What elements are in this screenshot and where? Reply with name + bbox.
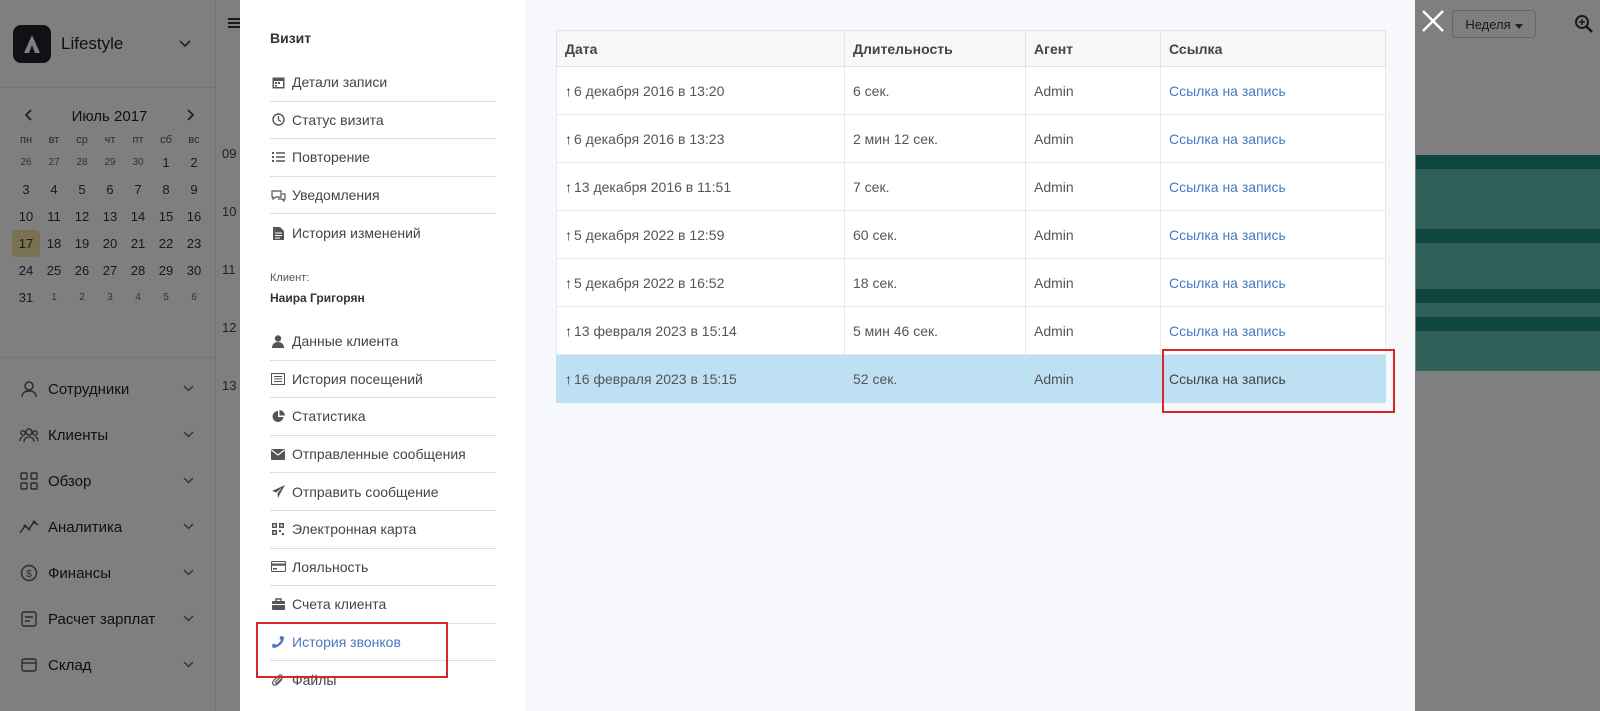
- cell-date: ↑ 13 декабря 2016 в 11:51: [556, 162, 845, 211]
- table-row[interactable]: ↑ 13 февраля 2023 в 15:14 5 мин 46 сек. Adm…: [556, 306, 1386, 355]
- cell-duration: 2 мин 12 сек.: [844, 114, 1026, 163]
- send-icon: [270, 485, 286, 499]
- call-date: 6 декабря 2016 в 13:23: [574, 130, 725, 147]
- qr-icon: [270, 522, 286, 536]
- cell-date: ↑ 16 февраля 2023 в 15:15: [556, 354, 845, 403]
- cell-duration: 6 сек.: [844, 66, 1026, 115]
- close-icon[interactable]: [1420, 8, 1446, 34]
- recording-link[interactable]: Ссылка на запись: [1160, 114, 1386, 163]
- recording-link[interactable]: Ссылка на запись: [1160, 66, 1386, 115]
- history-icon: [270, 372, 286, 386]
- call-date: 13 декабря 2016 в 11:51: [574, 178, 732, 195]
- table-row[interactable]: ↑ 13 декабря 2016 в 11:51 7 сек. Admin Ссылк…: [556, 162, 1386, 211]
- nav-item-label: Уведомления: [292, 187, 380, 204]
- list-icon: [270, 150, 286, 164]
- nav-item-label: Электронная карта: [292, 521, 417, 538]
- table-row[interactable]: ↑ 5 декабря 2022 в 16:52 18 сек. Admin Ссылк…: [556, 258, 1386, 307]
- cell-agent: Admin: [1025, 66, 1161, 115]
- recording-link[interactable]: Ссылка на запись: [1160, 306, 1386, 355]
- column-header-agent[interactable]: Агент: [1025, 30, 1161, 67]
- outgoing-call-icon: ↑: [565, 82, 572, 99]
- cell-agent: Admin: [1025, 210, 1161, 259]
- nav-item-label: Отправить сообщение: [292, 483, 439, 500]
- highlight-nav-call-history: [256, 622, 448, 678]
- cell-agent: Admin: [1025, 306, 1161, 355]
- cell-date: ↑ 13 февраля 2023 в 15:14: [556, 306, 845, 355]
- nav-item-clock[interactable]: Статус визита: [270, 102, 496, 140]
- nav-item-list[interactable]: Повторение: [270, 139, 496, 177]
- cell-duration: 52 сек.: [844, 354, 1026, 403]
- briefcase-icon: [270, 597, 286, 611]
- outgoing-call-icon: ↑: [565, 226, 572, 243]
- column-header-duration[interactable]: Длительность: [844, 30, 1026, 67]
- document-icon: [270, 226, 286, 240]
- nav-item-label: Повторение: [292, 149, 370, 166]
- nav-item-label: Статус визита: [292, 111, 384, 128]
- clock-icon: [270, 113, 286, 127]
- recording-link[interactable]: Ссылка на запись: [1160, 258, 1386, 307]
- nav-item-briefcase[interactable]: Счета клиента: [270, 586, 496, 624]
- outgoing-call-icon: ↑: [565, 322, 572, 339]
- nav-item-label: История изменений: [292, 225, 421, 242]
- cell-duration: 18 сек.: [844, 258, 1026, 307]
- nav-title: Визит: [270, 30, 312, 46]
- nav-item-label: Детали записи: [292, 74, 388, 91]
- call-date: 13 февраля 2023 в 15:14: [574, 322, 737, 339]
- cell-duration: 5 мин 46 сек.: [844, 306, 1026, 355]
- nav-item-document[interactable]: История изменений: [270, 214, 496, 252]
- call-date: 6 декабря 2016 в 13:20: [574, 82, 725, 99]
- envelope-icon: [270, 447, 286, 461]
- call-date: 16 февраля 2023 в 15:15: [574, 370, 737, 387]
- card-icon: [270, 560, 286, 574]
- outgoing-call-icon: ↑: [565, 130, 572, 147]
- column-header-date[interactable]: Дата: [556, 30, 845, 67]
- cell-duration: 60 сек.: [844, 210, 1026, 259]
- nav-item-calendar[interactable]: Детали записи: [270, 64, 496, 102]
- cell-agent: Admin: [1025, 114, 1161, 163]
- user-icon: [270, 334, 286, 348]
- call-history-table: Дата Длительность Агент Ссылка ↑ 6 декабр…: [556, 30, 1386, 403]
- recording-link[interactable]: Ссылка на запись: [1160, 210, 1386, 259]
- nav-item-label: История посещений: [292, 370, 423, 387]
- call-date: 5 декабря 2022 в 16:52: [574, 274, 725, 291]
- cell-agent: Admin: [1025, 354, 1161, 403]
- nav-item-chat[interactable]: Уведомления: [270, 177, 496, 215]
- column-header-link[interactable]: Ссылка: [1160, 30, 1386, 67]
- nav-item-qr[interactable]: Электронная карта: [270, 511, 496, 549]
- nav-item-label: Статистика: [292, 408, 366, 425]
- table-row[interactable]: ↑ 6 декабря 2016 в 13:20 6 сек. Admin Ссылка…: [556, 66, 1386, 115]
- calendar-icon: [270, 75, 286, 89]
- outgoing-call-icon: ↑: [565, 274, 572, 291]
- highlight-selected-link: [1162, 349, 1395, 413]
- cell-duration: 7 сек.: [844, 162, 1026, 211]
- nav-item-card[interactable]: Лояльность: [270, 549, 496, 587]
- cell-date: ↑ 5 декабря 2022 в 12:59: [556, 210, 845, 259]
- modal-nav: Визит Детали записи Статус визита Повторен…: [240, 0, 527, 711]
- nav-item-history[interactable]: История посещений: [270, 361, 496, 399]
- cell-agent: Admin: [1025, 258, 1161, 307]
- nav-item-label: Отправленные сообщения: [292, 446, 466, 463]
- cell-date: ↑ 6 декабря 2016 в 13:20: [556, 66, 845, 115]
- nav-item-label: Данные клиента: [292, 333, 399, 350]
- nav-item-envelope[interactable]: Отправленные сообщения: [270, 436, 496, 474]
- call-date: 5 декабря 2022 в 12:59: [574, 226, 725, 243]
- client-label: Клиент:: [270, 271, 310, 284]
- cell-date: ↑ 5 декабря 2022 в 16:52: [556, 258, 845, 307]
- outgoing-call-icon: ↑: [565, 178, 572, 195]
- recording-link[interactable]: Ссылка на запись: [1160, 162, 1386, 211]
- table-row[interactable]: ↑ 6 декабря 2016 в 13:23 2 мин 12 сек. Admi…: [556, 114, 1386, 163]
- nav-item-label: Счета клиента: [292, 596, 387, 613]
- cell-agent: Admin: [1025, 162, 1161, 211]
- nav-item-user[interactable]: Данные клиента: [270, 323, 496, 361]
- nav-item-send[interactable]: Отправить сообщение: [270, 473, 496, 511]
- pie-icon: [270, 409, 286, 423]
- nav-item-label: Лояльность: [292, 558, 369, 575]
- chat-icon: [270, 188, 286, 202]
- nav-item-pie[interactable]: Статистика: [270, 398, 496, 436]
- client-name: Наира Григорян: [270, 290, 365, 305]
- table-row[interactable]: ↑ 5 декабря 2022 в 12:59 60 сек. Admin Ссылк…: [556, 210, 1386, 259]
- outgoing-call-icon: ↑: [565, 370, 572, 387]
- cell-date: ↑ 6 декабря 2016 в 13:23: [556, 114, 845, 163]
